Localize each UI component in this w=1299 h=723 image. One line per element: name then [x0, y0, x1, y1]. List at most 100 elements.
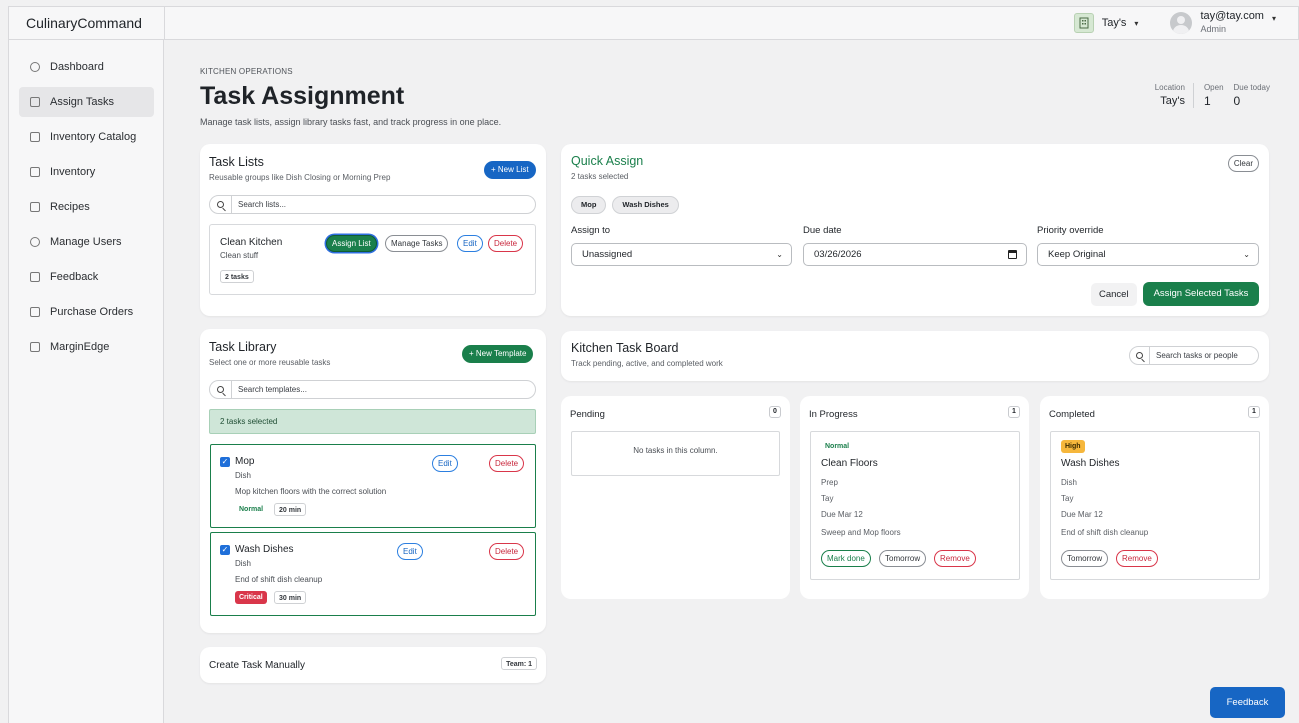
- chevron-down-icon: ▾: [1271, 13, 1276, 23]
- task-card[interactable]: High Wash Dishes Dish Tay Due Mar 12 End…: [1050, 431, 1260, 580]
- checkbox-checked-icon[interactable]: ✓: [220, 545, 230, 555]
- location-stat-value: Tay's: [1160, 95, 1185, 107]
- task-category: Dish: [1061, 478, 1078, 487]
- user-role: Admin: [1200, 24, 1226, 34]
- task-name: Wash Dishes: [1061, 458, 1120, 469]
- open-stat-value: 1: [1203, 94, 1211, 108]
- priority-badge: Normal: [825, 443, 850, 450]
- tomorrow-button[interactable]: Tomorrow: [1061, 550, 1109, 567]
- sidebar-item-label: Recipes: [50, 201, 90, 213]
- edit-template-button[interactable]: Edit: [432, 455, 458, 472]
- chip-mop[interactable]: Mop: [571, 196, 607, 214]
- clear-button[interactable]: Clear: [1227, 155, 1259, 172]
- sidebar-item-recipes[interactable]: Recipes: [19, 192, 154, 222]
- location-label: Tay's: [1101, 17, 1127, 29]
- team-badge: Team: 1: [501, 657, 537, 670]
- tomorrow-button[interactable]: Tomorrow: [879, 550, 927, 567]
- delete-template-button[interactable]: Delete: [489, 543, 525, 560]
- board-subtitle: Track pending, active, and completed wor…: [571, 359, 723, 368]
- user-menu[interactable]: tay@tay.com Admin ▾: [1170, 10, 1276, 36]
- task-library-title: Task Library: [209, 340, 277, 354]
- topbar-right: Tay's ▾ tay@tay.com Admin ▾: [1073, 10, 1298, 36]
- search-icon: [210, 381, 232, 398]
- sidebar-item-label: Purchase Orders: [50, 306, 134, 318]
- sidebar-item-feedback[interactable]: Feedback: [19, 262, 154, 292]
- assign-list-button[interactable]: Assign List: [326, 235, 377, 252]
- brand-logo[interactable]: CulinaryCommand: [9, 7, 165, 39]
- sidebar-item-assign-tasks[interactable]: Assign Tasks: [19, 87, 154, 117]
- due-today-stat-label: Due today: [1233, 83, 1270, 92]
- task-card[interactable]: Normal Clean Floors Prep Tay Due Mar 12 …: [810, 431, 1020, 580]
- edit-template-button[interactable]: Edit: [397, 543, 423, 560]
- mark-done-button[interactable]: Mark done: [821, 550, 871, 567]
- library-item-name: Mop: [235, 456, 255, 467]
- checkbox-checked-icon[interactable]: ✓: [220, 457, 230, 467]
- open-stat-label: Open: [1203, 83, 1224, 92]
- sidebar-item-dashboard[interactable]: Dashboard: [19, 52, 154, 82]
- gauge-icon: [30, 62, 40, 72]
- priority-override-select[interactable]: Keep Original ⌄: [1037, 243, 1259, 266]
- task-due: Due Mar 12: [1061, 510, 1103, 519]
- sidebar-item-inventory[interactable]: Inventory: [19, 157, 154, 187]
- remove-button[interactable]: Remove: [934, 550, 976, 567]
- chevron-down-icon: ⌄: [1243, 250, 1250, 259]
- column-count: 1: [1008, 406, 1020, 418]
- task-due: Due Mar 12: [821, 510, 863, 519]
- sidebar-item-label: Inventory: [50, 166, 96, 178]
- manage-tasks-button[interactable]: Manage Tasks: [385, 235, 449, 252]
- sidebar-item-label: Manage Users: [50, 236, 122, 248]
- main-content: KITCHEN OPERATIONS Task Assignment Manag…: [164, 40, 1299, 723]
- priority-badge: Normal: [239, 506, 264, 513]
- task-assignee: Tay: [1061, 494, 1074, 503]
- task-desc: End of shift dish cleanup: [1061, 528, 1149, 537]
- library-item-mop[interactable]: ✓ Mop Dish Mop kitchen floors with the c…: [210, 444, 536, 528]
- assign-to-select[interactable]: Unassigned ⌄: [571, 243, 792, 266]
- column-title: Pending: [570, 409, 605, 420]
- task-lists-subtitle: Reusable groups like Dish Closing or Mor…: [209, 173, 391, 182]
- new-template-button[interactable]: + New Template: [462, 345, 534, 363]
- box-icon: [30, 167, 40, 177]
- task-assignee: Tay: [821, 494, 834, 503]
- sidebar-item-label: MarginEdge: [50, 341, 110, 353]
- sidebar-item-marginedge[interactable]: MarginEdge: [19, 332, 154, 362]
- library-item-desc: Mop kitchen floors with the correct solu…: [235, 487, 387, 496]
- chip-wash-dishes[interactable]: Wash Dishes: [612, 196, 679, 214]
- location-switcher[interactable]: Tay's ▾: [1073, 13, 1138, 33]
- location-stat-label: Location: [1154, 83, 1185, 92]
- remove-button[interactable]: Remove: [1116, 550, 1158, 567]
- page-kicker: KITCHEN OPERATIONS: [200, 67, 293, 76]
- new-list-button[interactable]: + New List: [484, 161, 536, 179]
- priority-badge: Critical: [235, 591, 267, 604]
- duration-badge: 30 min: [274, 591, 307, 604]
- selected-banner-text: 2 tasks selected: [220, 417, 278, 426]
- sidebar-item-manage-users[interactable]: Manage Users: [19, 227, 154, 257]
- delete-template-button[interactable]: Delete: [489, 455, 525, 472]
- column-count: 1: [1248, 406, 1260, 418]
- task-desc: Sweep and Mop floors: [821, 528, 901, 537]
- edit-list-button[interactable]: Edit: [457, 235, 483, 252]
- search-board-input[interactable]: Search tasks or people: [1129, 346, 1259, 365]
- column-title: In Progress: [809, 409, 858, 420]
- quick-assign-title: Quick Assign: [571, 154, 644, 168]
- feedback-floating-button[interactable]: Feedback: [1210, 687, 1285, 718]
- list-name: Clean Kitchen: [220, 237, 283, 248]
- search-templates-input[interactable]: Search templates...: [209, 380, 536, 399]
- due-date-input[interactable]: 03/26/2026: [803, 243, 1027, 266]
- search-lists-input[interactable]: Search lists...: [209, 195, 536, 214]
- library-item-wash-dishes[interactable]: ✓ Wash Dishes Dish End of shift dish cle…: [210, 532, 536, 616]
- sidebar-item-inventory-catalog[interactable]: Inventory Catalog: [19, 122, 154, 152]
- create-task-manually-card[interactable]: Create Task Manually Team: 1: [200, 647, 546, 683]
- assign-selected-tasks-button[interactable]: Assign Selected Tasks: [1143, 282, 1259, 306]
- search-icon: [210, 196, 232, 213]
- list-item[interactable]: Clean Kitchen Clean stuff 2 tasks Assign…: [209, 224, 536, 295]
- cancel-button[interactable]: Cancel: [1091, 283, 1137, 306]
- quick-assign-subtitle: 2 tasks selected: [571, 172, 629, 181]
- chat-icon: [30, 272, 40, 282]
- sidebar-item-purchase-orders[interactable]: Purchase Orders: [19, 297, 154, 327]
- cart-icon: [30, 307, 40, 317]
- page-subtitle: Manage task lists, assign library tasks …: [200, 117, 502, 127]
- building-icon: [1073, 13, 1094, 33]
- due-today-stat-value: 0: [1233, 94, 1241, 108]
- calendar-icon[interactable]: [1008, 250, 1017, 259]
- delete-list-button[interactable]: Delete: [488, 235, 524, 252]
